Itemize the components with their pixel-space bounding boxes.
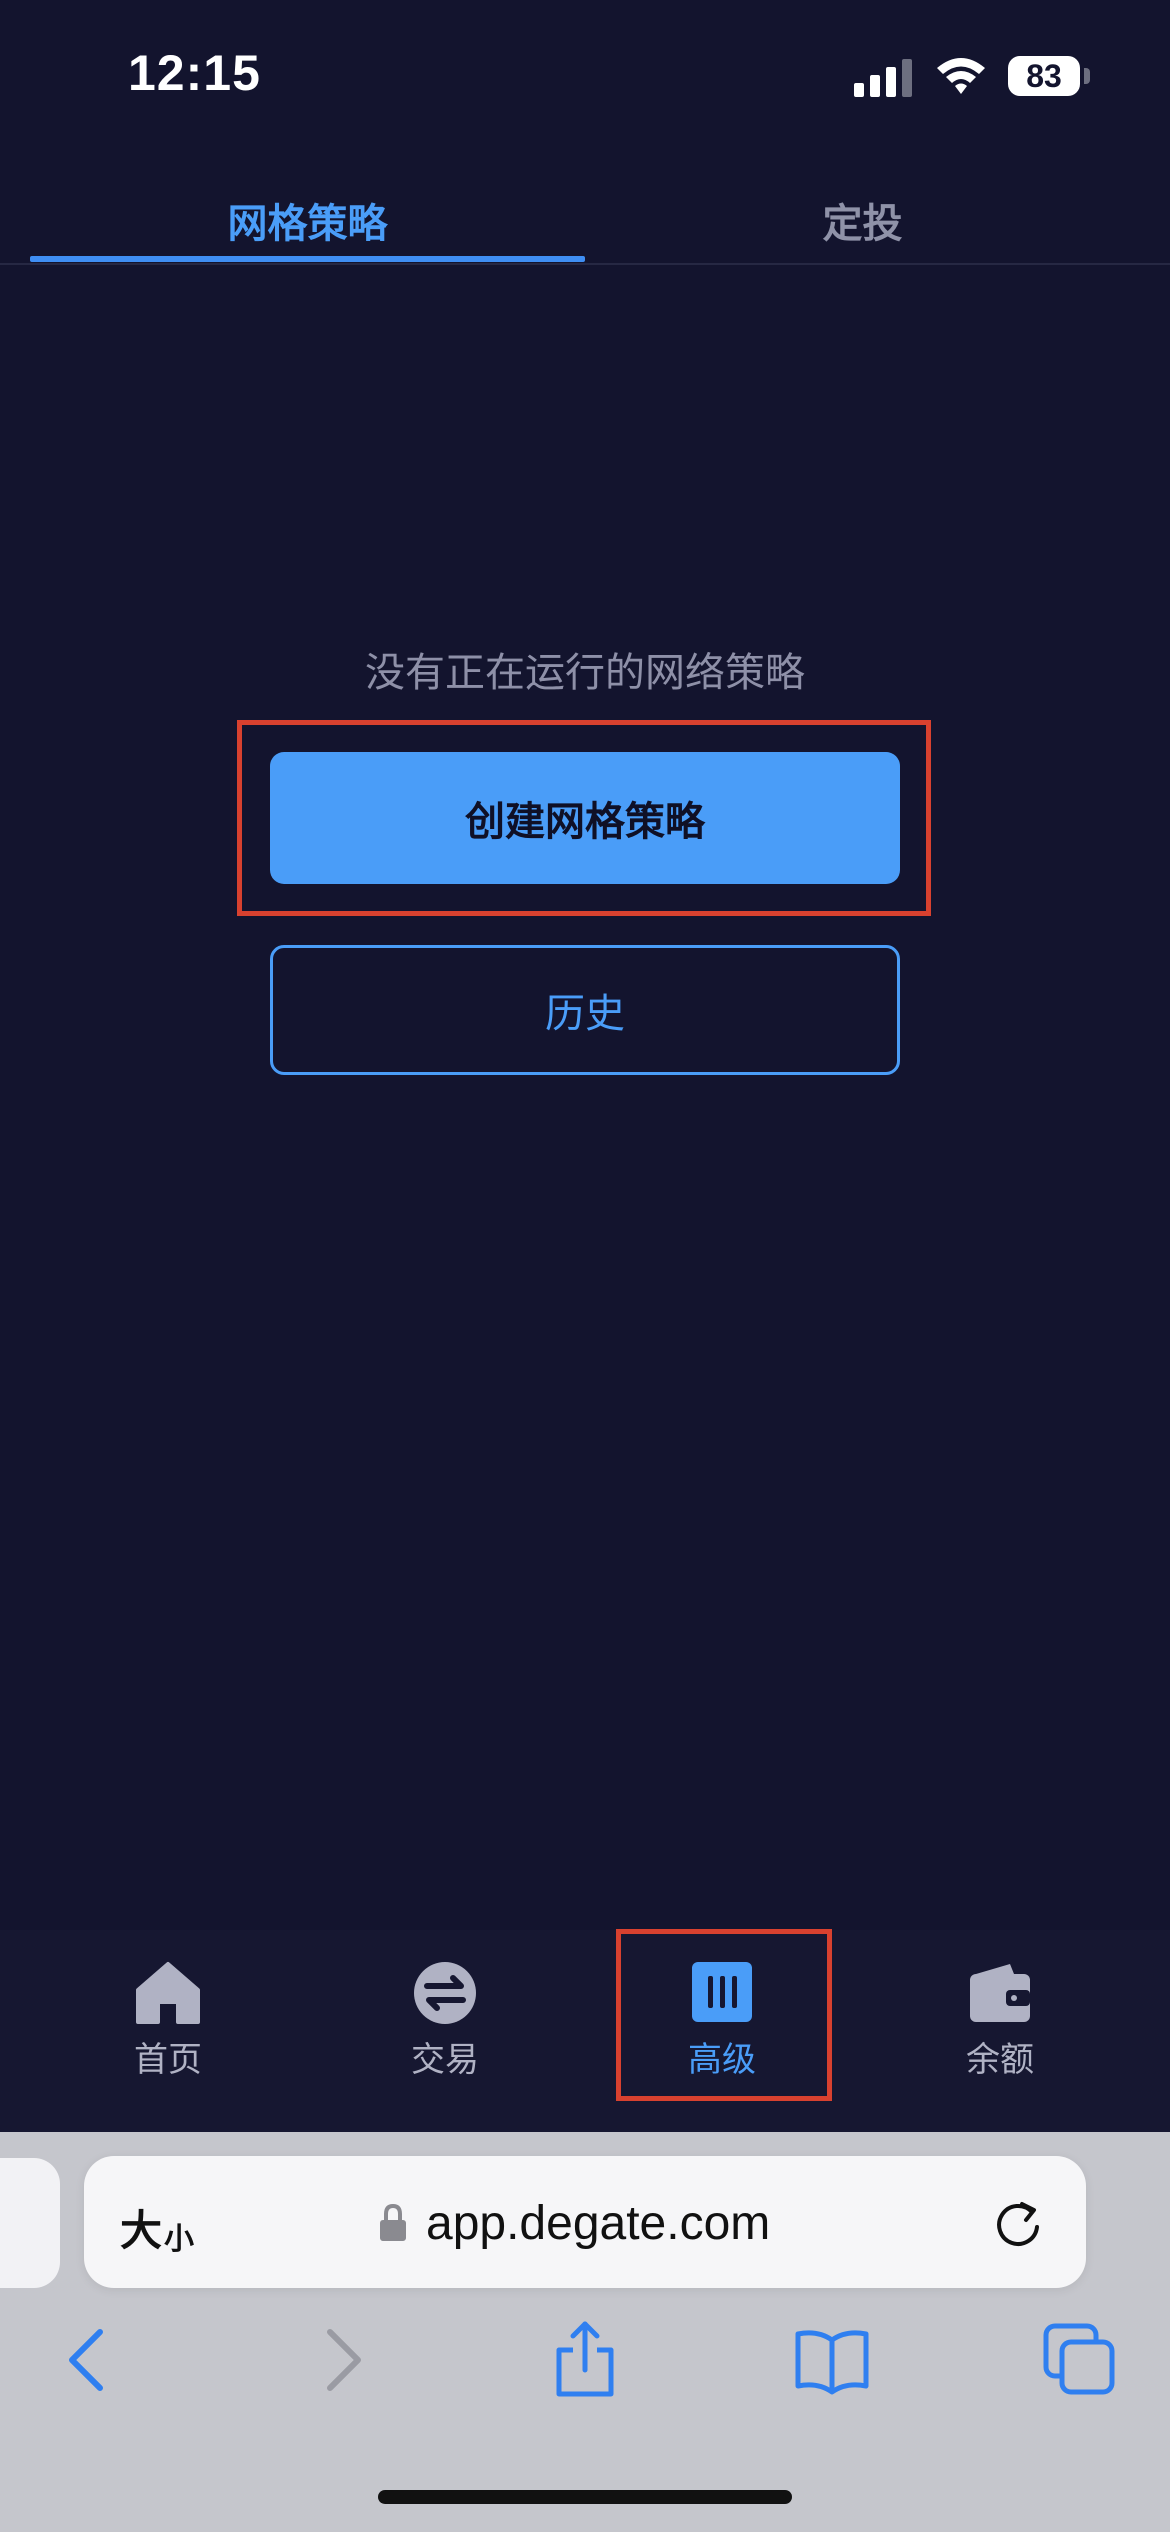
- nav-item-home[interactable]: 首页: [68, 1960, 268, 2100]
- swap-icon: [414, 1962, 476, 2024]
- wifi-icon: [937, 58, 985, 94]
- history-button[interactable]: 历史: [270, 945, 900, 1075]
- nav-item-trade[interactable]: 交易: [345, 1960, 545, 2100]
- empty-state-message: 没有正在运行的网络策略: [365, 650, 805, 696]
- highlight-advanced-tab: [616, 1929, 832, 2101]
- reload-icon[interactable]: [990, 2196, 1046, 2252]
- text-size-large-label: 大: [120, 2206, 163, 2255]
- share-icon[interactable]: [545, 2320, 625, 2400]
- tab-divider: [0, 263, 1170, 265]
- back-icon[interactable]: [50, 2320, 130, 2400]
- nav-item-balance[interactable]: 余额: [900, 1960, 1100, 2100]
- text-size-small-label: 小: [164, 2222, 195, 2257]
- home-icon: [136, 1962, 200, 2024]
- tab-active-indicator: [30, 256, 585, 262]
- nav-label-trade: 交易: [411, 2040, 479, 2080]
- text-size-button[interactable]: 大 小: [120, 2188, 210, 2258]
- lock-icon: [380, 2203, 406, 2241]
- battery-icon: 83: [1008, 56, 1080, 96]
- home-indicator: [378, 2490, 792, 2504]
- cellular-signal-icon: [854, 57, 914, 97]
- wallet-icon: [970, 1964, 1030, 2022]
- tab-grid-strategy[interactable]: 网格策略: [30, 180, 585, 260]
- tab-dca[interactable]: 定投: [585, 180, 1140, 260]
- url-text[interactable]: app.degate.com: [426, 2188, 770, 2258]
- nav-label-home: 首页: [134, 2040, 202, 2080]
- bookmarks-icon[interactable]: [792, 2320, 872, 2400]
- nav-label-balance: 余额: [966, 2040, 1034, 2080]
- previous-tab-card[interactable]: [0, 2158, 60, 2288]
- battery-cap: [1084, 68, 1090, 84]
- forward-icon[interactable]: [300, 2320, 380, 2400]
- tabs-icon[interactable]: [1040, 2320, 1120, 2400]
- create-grid-strategy-button[interactable]: 创建网格策略: [270, 752, 900, 884]
- status-time: 12:15: [128, 45, 261, 101]
